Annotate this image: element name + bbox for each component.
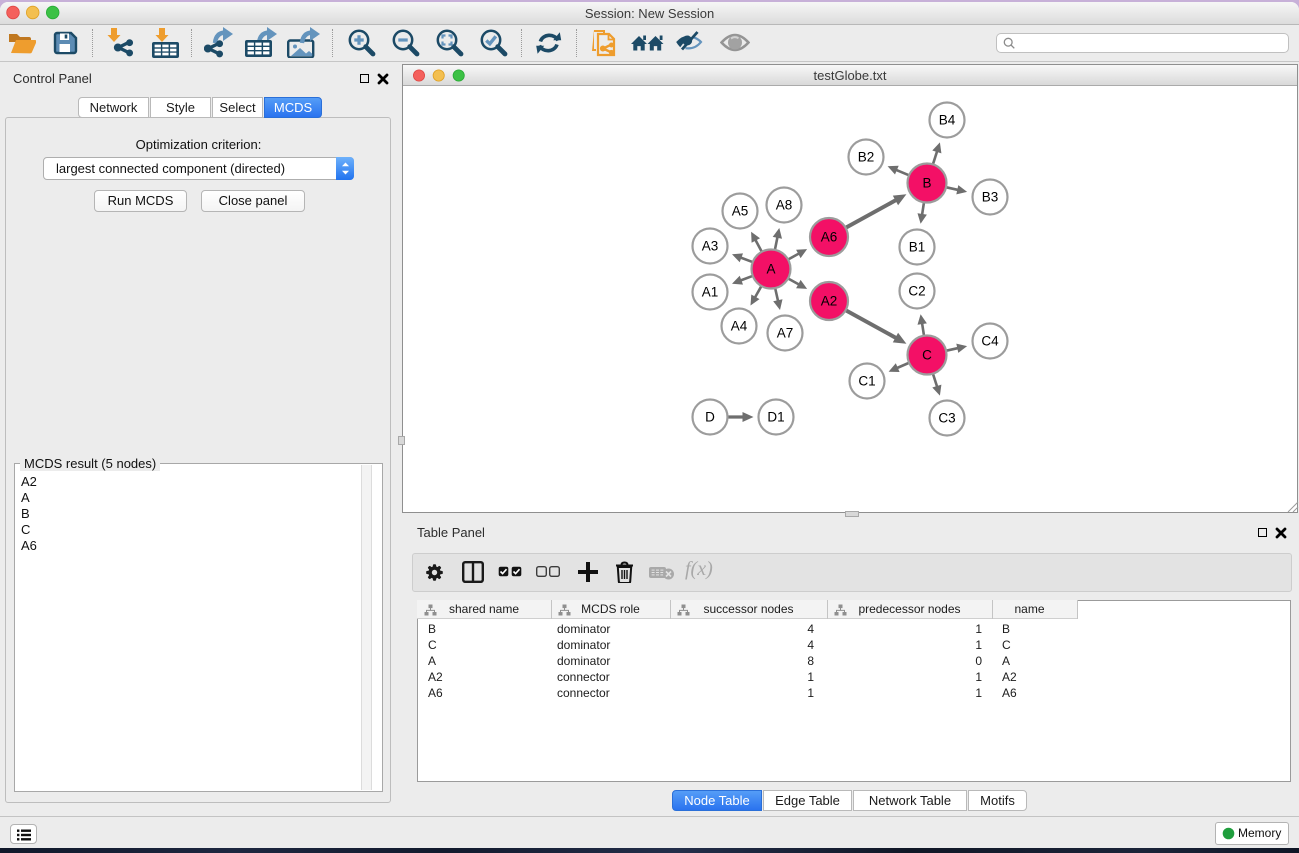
svg-text:B4: B4 xyxy=(939,113,956,128)
svg-text:A3: A3 xyxy=(702,239,719,254)
svg-text:A4: A4 xyxy=(731,319,748,334)
svg-text:A7: A7 xyxy=(777,326,794,341)
svg-text:C: C xyxy=(922,348,932,363)
svg-text:A1: A1 xyxy=(702,285,719,300)
svg-text:B3: B3 xyxy=(982,190,999,205)
svg-text:A5: A5 xyxy=(732,204,749,219)
svg-text:A2: A2 xyxy=(821,294,838,309)
svg-text:B: B xyxy=(922,176,931,191)
svg-text:D: D xyxy=(705,410,715,425)
svg-text:A6: A6 xyxy=(821,230,838,245)
svg-text:A: A xyxy=(766,262,775,277)
svg-text:C2: C2 xyxy=(908,284,925,299)
svg-text:C3: C3 xyxy=(938,411,955,426)
svg-text:C1: C1 xyxy=(858,374,875,389)
svg-text:D1: D1 xyxy=(767,410,784,425)
svg-text:B1: B1 xyxy=(909,240,926,255)
svg-text:C4: C4 xyxy=(981,334,999,349)
svg-text:B2: B2 xyxy=(858,150,875,165)
svg-text:A8: A8 xyxy=(776,198,793,213)
